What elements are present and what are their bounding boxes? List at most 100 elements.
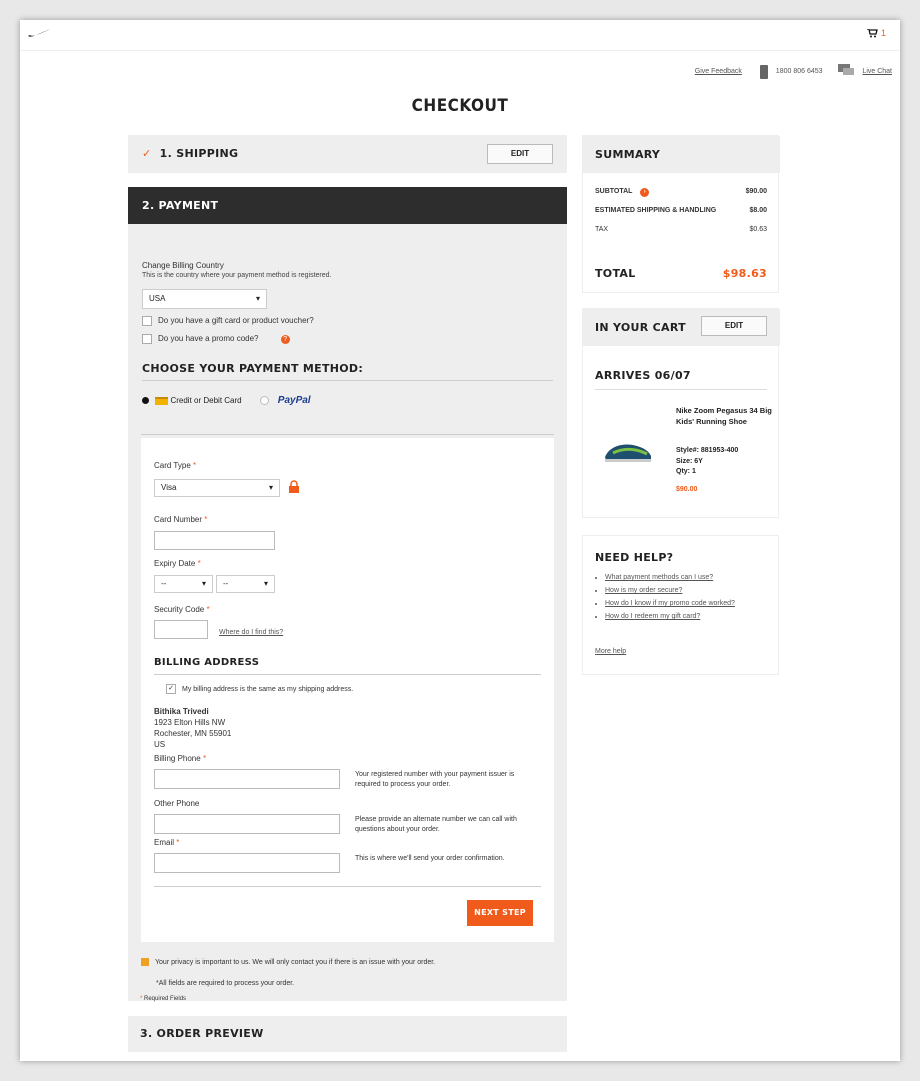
shipping-value: $8.00 — [749, 207, 767, 214]
gift-card-option[interactable]: Do you have a gift card or product vouch… — [142, 316, 314, 326]
card-number-label: Card Number — [154, 515, 203, 524]
privacy-note: Your privacy is important to us. We will… — [141, 958, 435, 966]
email-input[interactable] — [154, 853, 340, 873]
address-line1: 1923 Elton Hills NW — [154, 718, 226, 727]
summary-title: SUMMARY — [595, 148, 661, 161]
same-address-option[interactable]: ✓ My billing address is the same as my sh… — [166, 684, 353, 694]
help-panel: NEED HELP? What payment methods can I us… — [582, 535, 779, 675]
billing-country-help: This is the country where your payment m… — [142, 272, 332, 279]
promo-option[interactable]: Do you have a promo code? ? — [142, 334, 290, 345]
payment-method-heading: CHOOSE YOUR PAYMENT METHOD: — [142, 362, 364, 375]
gift-card-checkbox[interactable] — [142, 316, 152, 326]
divider — [141, 434, 554, 435]
address-country: US — [154, 740, 166, 749]
other-phone-input[interactable] — [154, 814, 340, 834]
help-link[interactable]: What payment methods can I use? — [605, 574, 735, 581]
card-details-panel: Card Type * Visa ▾ Card Number * Expiry … — [141, 438, 554, 942]
expiry-month-select[interactable]: -- ▾ — [154, 575, 213, 593]
cart-button[interactable]: 1 — [867, 28, 886, 38]
divider — [154, 674, 541, 675]
billing-country-select[interactable]: USA ▾ — [142, 289, 267, 309]
top-bar: 1 — [20, 20, 900, 51]
divider — [142, 380, 553, 381]
tax-row: TAX $0.63 — [595, 226, 767, 233]
payment-step-title: 2. PAYMENT — [142, 199, 219, 212]
promo-checkbox[interactable] — [142, 334, 152, 344]
give-feedback-link[interactable]: Give Feedback — [695, 68, 742, 75]
product-size: Size: 6Y — [676, 457, 703, 465]
product-details: Style#: 881953-400 Size: 6Y Qty: 1 — [676, 446, 738, 478]
radio-selected[interactable] — [142, 397, 149, 405]
phone-number: 1800 806 6453 — [775, 68, 823, 75]
info-icon[interactable]: ? — [280, 335, 290, 345]
billing-country-label: Change Billing Country — [142, 261, 224, 270]
help-title: NEED HELP? — [595, 551, 674, 564]
next-step-button[interactable]: NEXT STEP — [467, 900, 533, 926]
payment-method-card[interactable]: Credit or Debit Card — [142, 396, 242, 405]
product-image[interactable] — [603, 439, 653, 464]
subtotal-value: $90.00 — [745, 188, 767, 195]
billing-address-heading: BILLING ADDRESS — [154, 657, 260, 668]
info-icon[interactable]: › — [640, 188, 650, 197]
help-link[interactable]: How do I know if my promo code worked? — [605, 600, 735, 607]
billing-phone-help: Your registered number with your payment… — [355, 771, 515, 788]
where-find-link[interactable]: Where do I find this? — [219, 629, 283, 636]
shipping-row: ESTIMATED SHIPPING & HANDLING $8.00 — [595, 207, 767, 214]
email-label: Email — [154, 838, 175, 847]
help-links: What payment methods can I use? How is m… — [597, 574, 735, 626]
total-value: $98.63 — [722, 267, 767, 280]
subtotal-row: SUBTOTAL › $90.00 — [595, 188, 767, 197]
product-name[interactable]: Nike Zoom Pegasus 34 Big Kids' Running S… — [676, 406, 772, 427]
product-qty: Qty: 1 — [676, 468, 696, 475]
payment-method-paypal[interactable]: PayPal — [260, 395, 311, 406]
checkmark-icon: ✓ — [142, 147, 152, 160]
other-phone-label: Other Phone — [154, 799, 200, 808]
chevron-down-icon: ▾ — [255, 294, 260, 303]
page-title: CHECKOUT — [411, 96, 509, 116]
security-code-input[interactable] — [154, 620, 208, 639]
card-number-input[interactable] — [154, 531, 275, 550]
address-name: Bithika Trivedi — [154, 707, 209, 716]
same-address-checkbox[interactable]: ✓ — [166, 684, 176, 694]
paypal-logo: PayPal — [277, 395, 311, 406]
required-fields-note: * Required Fields — [140, 996, 187, 1002]
all-fields-required-note: *All fields are required to process your… — [156, 980, 295, 987]
credit-card-icon — [155, 396, 169, 405]
security-code-label: Security Code — [154, 605, 205, 614]
cart-edit-button[interactable]: EDIT — [701, 316, 767, 336]
radio-unselected[interactable] — [260, 395, 269, 405]
cart-title: IN YOUR CART — [595, 321, 686, 334]
other-phone-help: Please provide an alternate number we ca… — [355, 816, 517, 833]
product-style: Style#: 881953-400 — [676, 447, 739, 454]
help-link[interactable]: How do I redeem my gift card? — [605, 613, 735, 620]
help-link[interactable]: How is my order secure? — [605, 587, 735, 594]
email-help: This is where we'll send your order conf… — [355, 855, 505, 862]
lock-icon — [289, 480, 299, 493]
checkout-page: 1 Give Feedback 1800 806 6453 Live Chat … — [20, 20, 900, 1061]
shipping-edit-button[interactable]: EDIT — [487, 144, 553, 164]
billing-phone-label: Billing Phone — [154, 754, 201, 763]
summary-panel: SUMMARY SUBTOTAL › $90.00 ESTIMATED SHIP… — [582, 135, 780, 293]
address-line2: Rochester, MN 55901 — [154, 729, 232, 738]
payment-section: Change Billing Country This is the count… — [128, 224, 567, 1002]
chevron-down-icon: ▾ — [201, 579, 206, 588]
billing-address-block: Bithika Trivedi 1923 Elton Hills NW Roch… — [154, 706, 231, 750]
more-help-link[interactable]: More help — [595, 648, 626, 655]
expiry-year-select[interactable]: -- ▾ — [216, 575, 275, 593]
utility-links: Give Feedback 1800 806 6453 Live Chat — [689, 64, 892, 79]
order-preview-step[interactable]: 3. ORDER PREVIEW — [128, 1016, 567, 1052]
cart-count: 1 — [880, 28, 886, 38]
card-type-select[interactable]: Visa ▾ — [154, 479, 280, 497]
divider — [595, 389, 767, 390]
nike-swoosh-logo[interactable] — [28, 29, 50, 38]
live-chat-link[interactable]: Live Chat — [862, 68, 892, 75]
total-row: TOTAL $98.63 — [595, 267, 767, 280]
expiry-date-label: Expiry Date — [154, 559, 196, 568]
chevron-down-icon: ▾ — [263, 579, 268, 588]
card-type-label: Card Type — [154, 461, 191, 470]
chat-icon — [838, 64, 855, 79]
billing-phone-input[interactable] — [154, 769, 340, 789]
chevron-down-icon: ▾ — [268, 483, 273, 492]
divider — [154, 886, 541, 887]
product-price: $90.00 — [676, 486, 698, 493]
